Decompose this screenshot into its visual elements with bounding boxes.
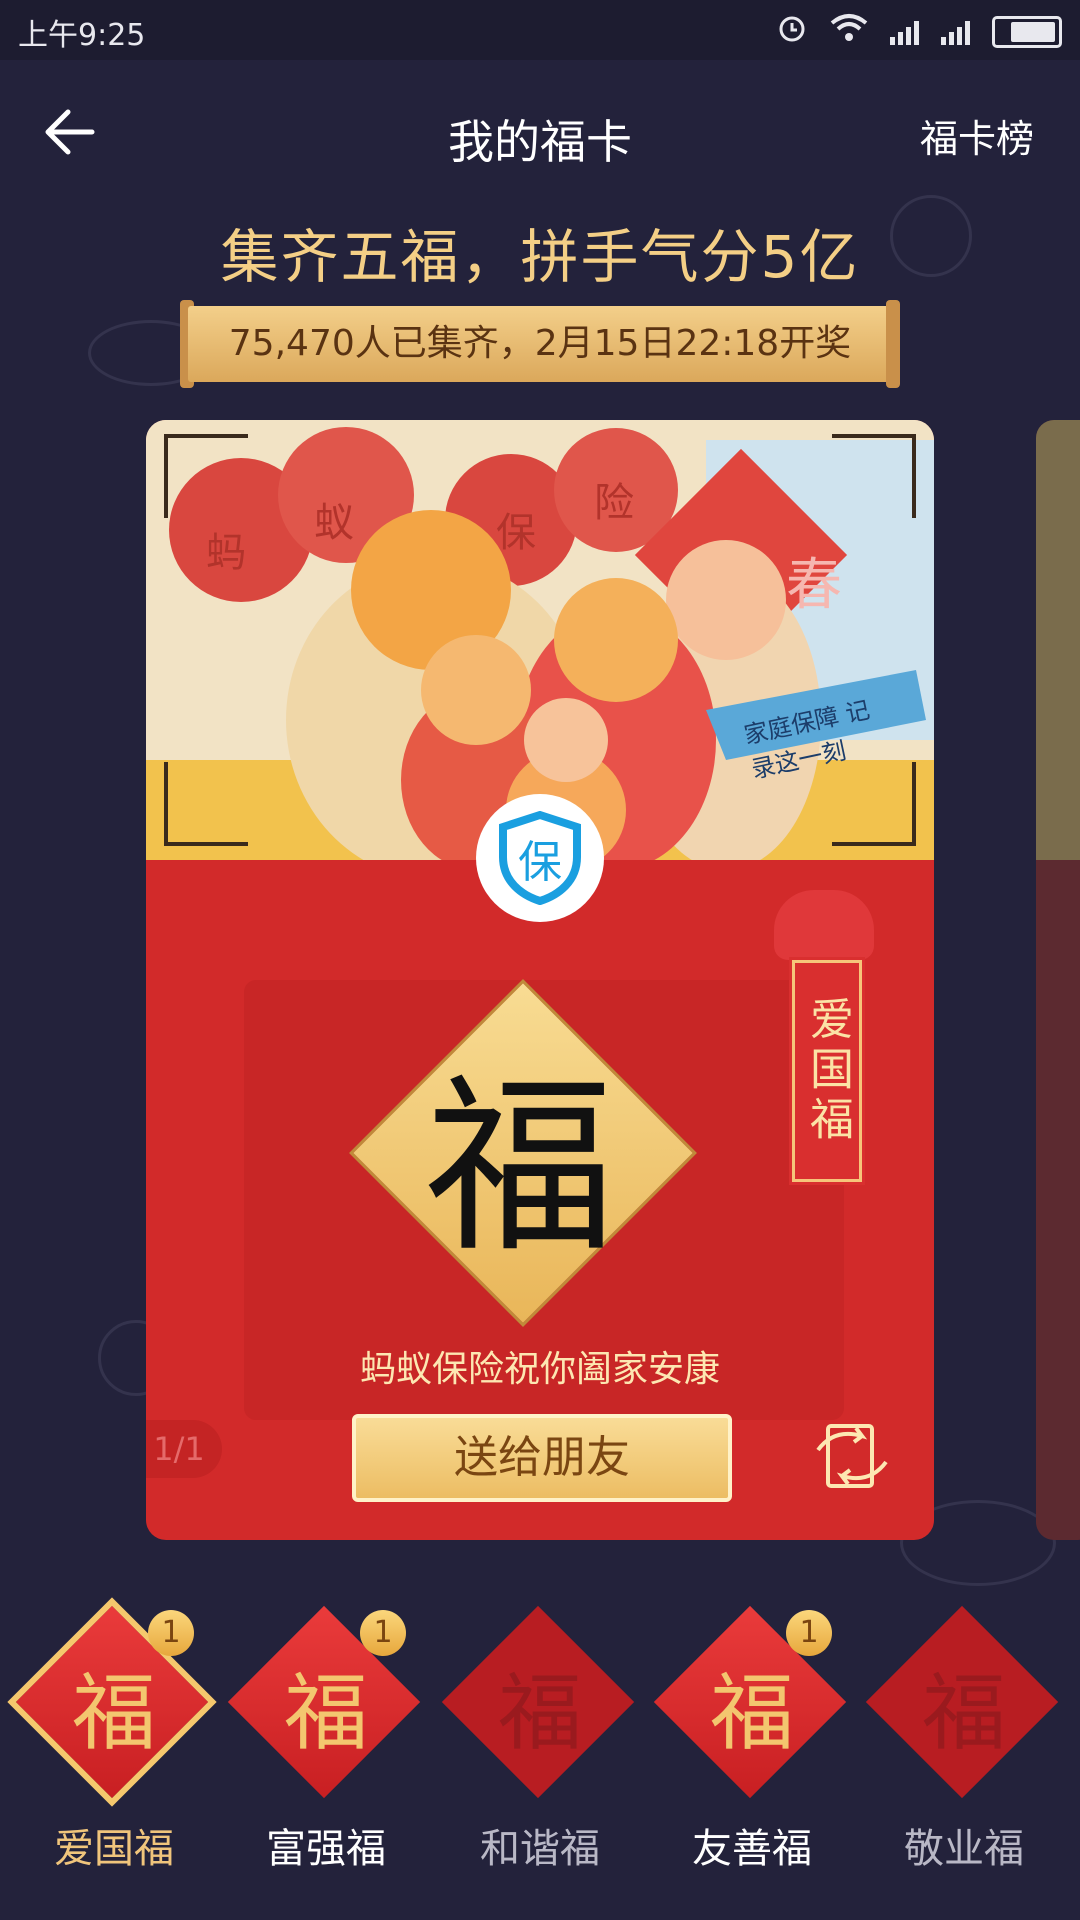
lion-head-icon	[774, 890, 874, 960]
count-badge: 1	[786, 1610, 832, 1656]
fu-item-hexie[interactable]: 福 和谐福	[434, 1605, 646, 1910]
alarm-icon	[776, 12, 808, 52]
fu-name: 富强福	[266, 1826, 386, 1872]
frame-corner	[164, 762, 248, 846]
fu-char: 福	[283, 1663, 368, 1762]
status-bar: 上午9:25	[0, 0, 1080, 60]
fu-name: 友善福	[692, 1826, 812, 1872]
fu-char: 福	[71, 1663, 156, 1762]
count-badge: 1	[148, 1610, 194, 1656]
card-lower: 福 爱国福 蚂蚁保险祝你阖家安康 1/1 送给朋友	[146, 860, 934, 1540]
lantern-char: 蚂	[206, 530, 246, 576]
fu-item-youshan[interactable]: 福 1 友善福	[646, 1605, 858, 1910]
lantern-char: 险	[594, 480, 634, 526]
frame-corner	[832, 434, 916, 518]
status-time: 上午9:25	[18, 18, 146, 53]
fu-char: 福	[921, 1663, 1006, 1762]
fu-char: 福	[497, 1663, 582, 1762]
switch-card-button[interactable]	[814, 1420, 890, 1492]
headline: 集齐五福，拼手气分5亿	[220, 223, 860, 291]
blessing-text: 蚂蚁保险祝你阖家安康	[359, 1349, 720, 1390]
fu-item-jingye[interactable]: 福 敬业福	[858, 1605, 1070, 1910]
top-nav: 我的福卡 福卡榜	[0, 80, 1080, 190]
card-type-tag: 爱国福	[789, 957, 865, 1185]
lantern-char: 蚁	[314, 500, 354, 546]
fu-name: 敬业福	[904, 1826, 1024, 1872]
fu-card-row: 福 1 爱国福 福 1 富强福 福 和谐福 福 1 友善福 福 敬业福	[0, 1597, 1080, 1910]
frame-corner	[832, 762, 916, 846]
count-badge: 1	[360, 1610, 406, 1656]
fu-name: 和谐福	[480, 1826, 600, 1872]
page-title: 我的福卡	[448, 115, 632, 169]
fu-item-aiguo[interactable]: 福 1 爱国福	[7, 1597, 220, 1910]
spring-char: 春	[786, 553, 842, 618]
lantern-char: 保	[496, 510, 536, 556]
fu-card[interactable]: 蚂 蚁 保 险 春 家庭保障 记录这一刻 福 爱国福 蚂蚁保险祝你阖家安康 1/…	[146, 420, 934, 1540]
exchange-icon	[816, 1424, 888, 1488]
badge-char: 保	[518, 837, 562, 888]
fu-main-char: 福	[424, 1056, 615, 1278]
card-pager: 1/1	[146, 1420, 222, 1478]
fu-char: 福	[709, 1663, 794, 1762]
signal-icon	[890, 19, 919, 45]
wifi-icon	[830, 13, 868, 51]
fu-name: 爱国福	[54, 1826, 174, 1872]
battery-icon	[992, 16, 1062, 48]
next-card-peek[interactable]	[1036, 420, 1080, 1540]
frame-corner	[164, 434, 248, 518]
fu-item-fuqiang[interactable]: 福 1 富强福	[220, 1605, 432, 1910]
next-card-art	[1036, 420, 1080, 860]
scroll-end-right	[886, 300, 900, 388]
collected-banner: 75,470人已集齐，2月15日22:18开奖	[188, 306, 892, 382]
rank-link[interactable]: 福卡榜	[920, 108, 1034, 163]
status-icons	[776, 12, 1062, 52]
insurance-badge: 保	[476, 794, 604, 922]
send-to-friend-button[interactable]: 送给朋友	[352, 1414, 732, 1502]
signal-icon-2	[941, 19, 970, 45]
